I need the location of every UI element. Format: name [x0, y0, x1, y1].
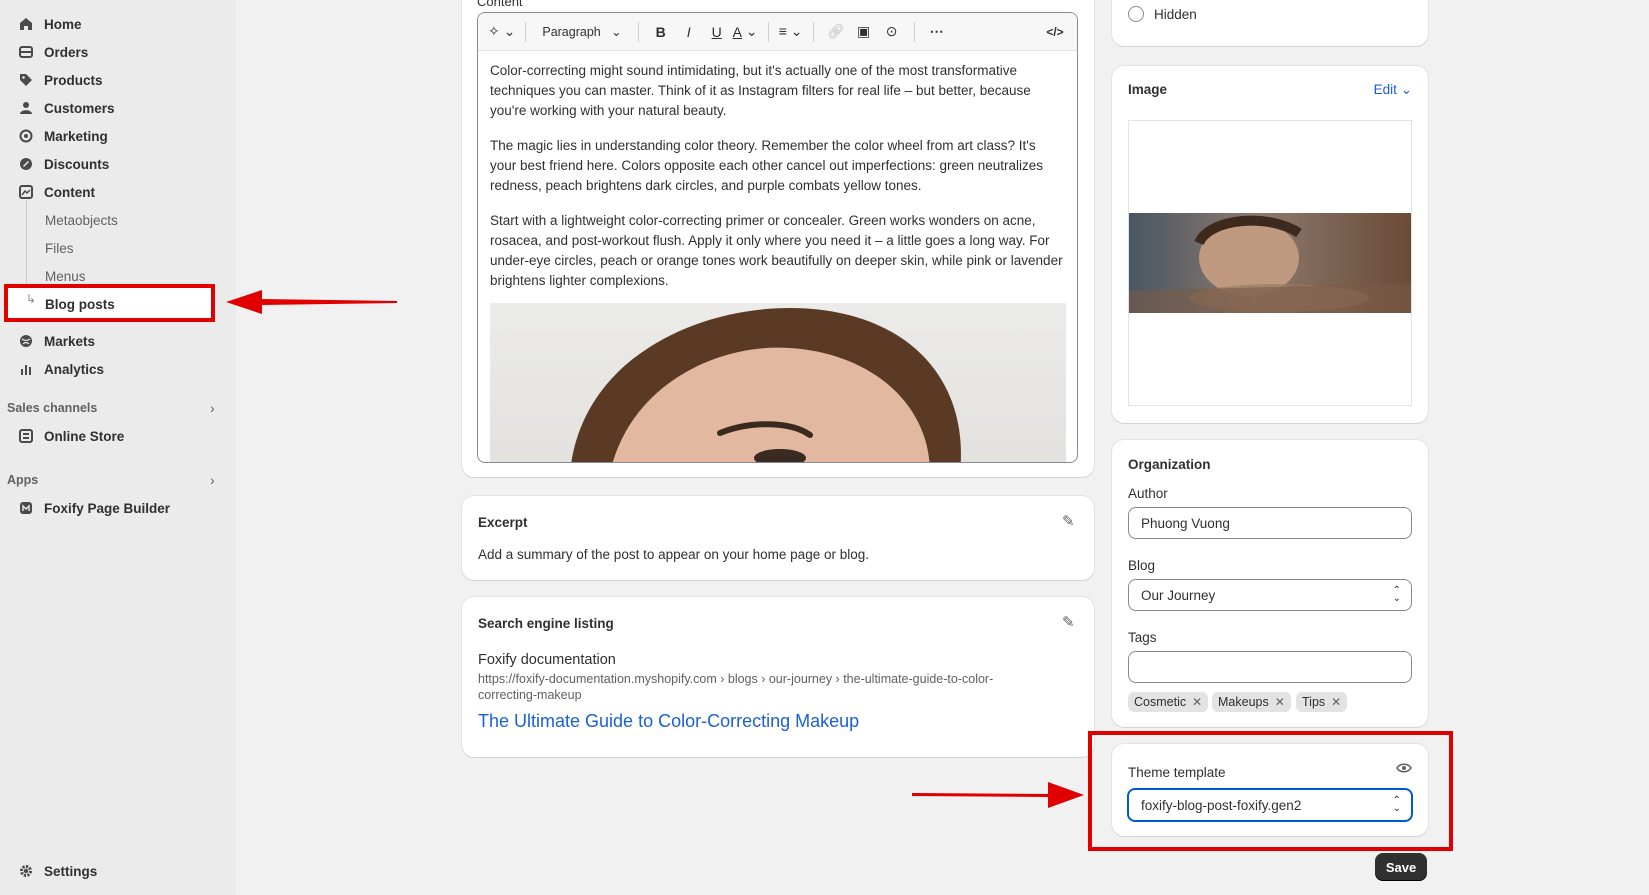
sidebar-item-marketing[interactable]: Marketing: [18, 124, 108, 148]
sidebar-item-products[interactable]: Products: [18, 68, 103, 92]
sidebar: Home Orders Products Customers Marketing…: [0, 0, 236, 895]
editor-toolbar: ✧ ⌄ Paragraph ⌄ B I U A ⌄ ≡ ⌄ 🔗︎ ▣ ⊙ ⋯ <…: [478, 13, 1077, 51]
tag-icon: [18, 72, 34, 88]
edit-pencil-icon[interactable]: ✎: [1062, 512, 1075, 530]
tag-chip: Tips ✕: [1296, 692, 1348, 712]
remove-tag-icon[interactable]: ✕: [1192, 695, 1202, 709]
sidebar-item-orders[interactable]: Orders: [18, 40, 88, 64]
featured-image[interactable]: [1128, 120, 1412, 406]
seo-url: https://foxify-documentation.myshopify.c…: [478, 672, 994, 702]
sidebar-item-content[interactable]: Content: [18, 180, 95, 204]
sidebar-item-markets[interactable]: Markets: [18, 329, 95, 353]
sidebar-item-online-store[interactable]: Online Store: [18, 424, 124, 448]
sidebar-item-foxify[interactable]: Foxify Page Builder: [18, 496, 170, 520]
annotation-arrow-right: [912, 782, 1084, 808]
edit-pencil-icon[interactable]: ✎: [1062, 613, 1075, 631]
excerpt-title: Excerpt: [478, 515, 528, 530]
ai-sparkle-icon[interactable]: ✧ ⌄: [488, 19, 515, 45]
editor-body[interactable]: Color-correcting might sound intimidatin…: [478, 51, 1077, 316]
sales-channels-label: Sales channels: [7, 401, 98, 415]
foxify-app-icon: [18, 500, 34, 516]
underline-icon[interactable]: U: [705, 19, 729, 45]
content-label: Content: [477, 0, 523, 9]
orders-icon: [18, 44, 34, 60]
visibility-card: Hidden: [1112, 0, 1428, 46]
analytics-icon: [18, 361, 34, 377]
sidebar-item-customers[interactable]: Customers: [18, 96, 115, 120]
home-icon: [18, 16, 34, 32]
seo-link-title[interactable]: The Ultimate Guide to Color-Correcting M…: [478, 711, 859, 732]
more-icon[interactable]: ⋯: [925, 19, 949, 45]
save-button[interactable]: Save: [1375, 853, 1427, 881]
blog-select[interactable]: Our Journey ⌃ ⌄: [1128, 579, 1412, 611]
author-label: Author: [1128, 486, 1168, 501]
tags-input[interactable]: [1128, 651, 1412, 683]
chevron-right-icon[interactable]: ›: [210, 400, 215, 416]
paragraph-select[interactable]: Paragraph ⌄: [536, 19, 627, 45]
apps-label: Apps: [7, 473, 39, 487]
sidebar-item-files[interactable]: Files: [45, 237, 74, 259]
hidden-label: Hidden: [1154, 7, 1197, 22]
remove-tag-icon[interactable]: ✕: [1275, 695, 1285, 709]
rich-text-editor[interactable]: ✧ ⌄ Paragraph ⌄ B I U A ⌄ ≡ ⌄ 🔗︎ ▣ ⊙ ⋯ <…: [477, 12, 1078, 463]
editor-paragraph: Color-correcting might sound intimidatin…: [490, 63, 1031, 118]
gear-icon: [18, 863, 34, 879]
text-color-icon[interactable]: A ⌄: [733, 19, 758, 45]
sidebar-item-analytics[interactable]: Analytics: [18, 357, 104, 381]
select-chevron-icon: ⌃ ⌄: [1392, 585, 1401, 604]
organization-title: Organization: [1128, 457, 1211, 472]
chevron-right-icon[interactable]: ›: [210, 472, 215, 488]
editor-paragraph: The magic lies in understanding color th…: [490, 138, 1044, 193]
seo-site-name: Foxify documentation: [478, 652, 616, 668]
content-image[interactable]: [490, 303, 1066, 462]
tags-label: Tags: [1128, 630, 1157, 645]
submenu-branch-icon: ↳: [26, 292, 37, 306]
organization-card: Organization Author Phuong Vuong Blog Ou…: [1112, 440, 1428, 727]
seo-card: Search engine listing ✎ Foxify documenta…: [462, 597, 1094, 757]
hidden-radio[interactable]: [1128, 6, 1144, 22]
editor-paragraph: Start with a lightweight color-correctin…: [490, 213, 1063, 288]
annotation-arrow-left: [226, 290, 397, 314]
tag-chip: Makeups ✕: [1212, 692, 1291, 712]
content-icon: [18, 184, 34, 200]
image-icon[interactable]: ▣: [852, 19, 876, 45]
remove-tag-icon[interactable]: ✕: [1331, 695, 1341, 709]
sidebar-item-blog-posts[interactable]: Blog posts: [45, 293, 115, 315]
globe-icon: [18, 333, 34, 349]
video-icon[interactable]: ⊙: [880, 19, 904, 45]
discount-icon: [18, 156, 34, 172]
image-card: Image Edit ⌄: [1112, 66, 1428, 423]
image-edit-button[interactable]: Edit ⌄: [1374, 82, 1412, 98]
person-icon: [18, 100, 34, 116]
blog-label: Blog: [1128, 558, 1156, 573]
target-icon: [18, 128, 34, 144]
image-title: Image: [1128, 82, 1168, 97]
highlight-box-theme-template: [1088, 731, 1453, 851]
submenu-line: [26, 200, 27, 292]
align-icon[interactable]: ≡ ⌄: [779, 19, 803, 45]
excerpt-card: Excerpt ✎ Add a summary of the post to a…: [462, 496, 1094, 580]
sidebar-item-discounts[interactable]: Discounts: [18, 152, 109, 176]
tag-chip: Cosmetic ✕: [1128, 692, 1209, 712]
sidebar-item-home[interactable]: Home: [18, 12, 82, 36]
bold-icon[interactable]: B: [649, 19, 673, 45]
author-input[interactable]: Phuong Vuong: [1128, 507, 1412, 539]
code-icon[interactable]: </>: [1043, 19, 1067, 45]
seo-title: Search engine listing: [478, 616, 614, 631]
link-icon[interactable]: 🔗︎: [824, 19, 848, 45]
italic-icon[interactable]: I: [677, 19, 701, 45]
excerpt-text: Add a summary of the post to appear on y…: [478, 547, 869, 562]
sidebar-item-settings[interactable]: Settings: [18, 859, 97, 883]
store-icon: [18, 428, 34, 444]
sidebar-item-metaobjects[interactable]: Metaobjects: [45, 209, 118, 231]
